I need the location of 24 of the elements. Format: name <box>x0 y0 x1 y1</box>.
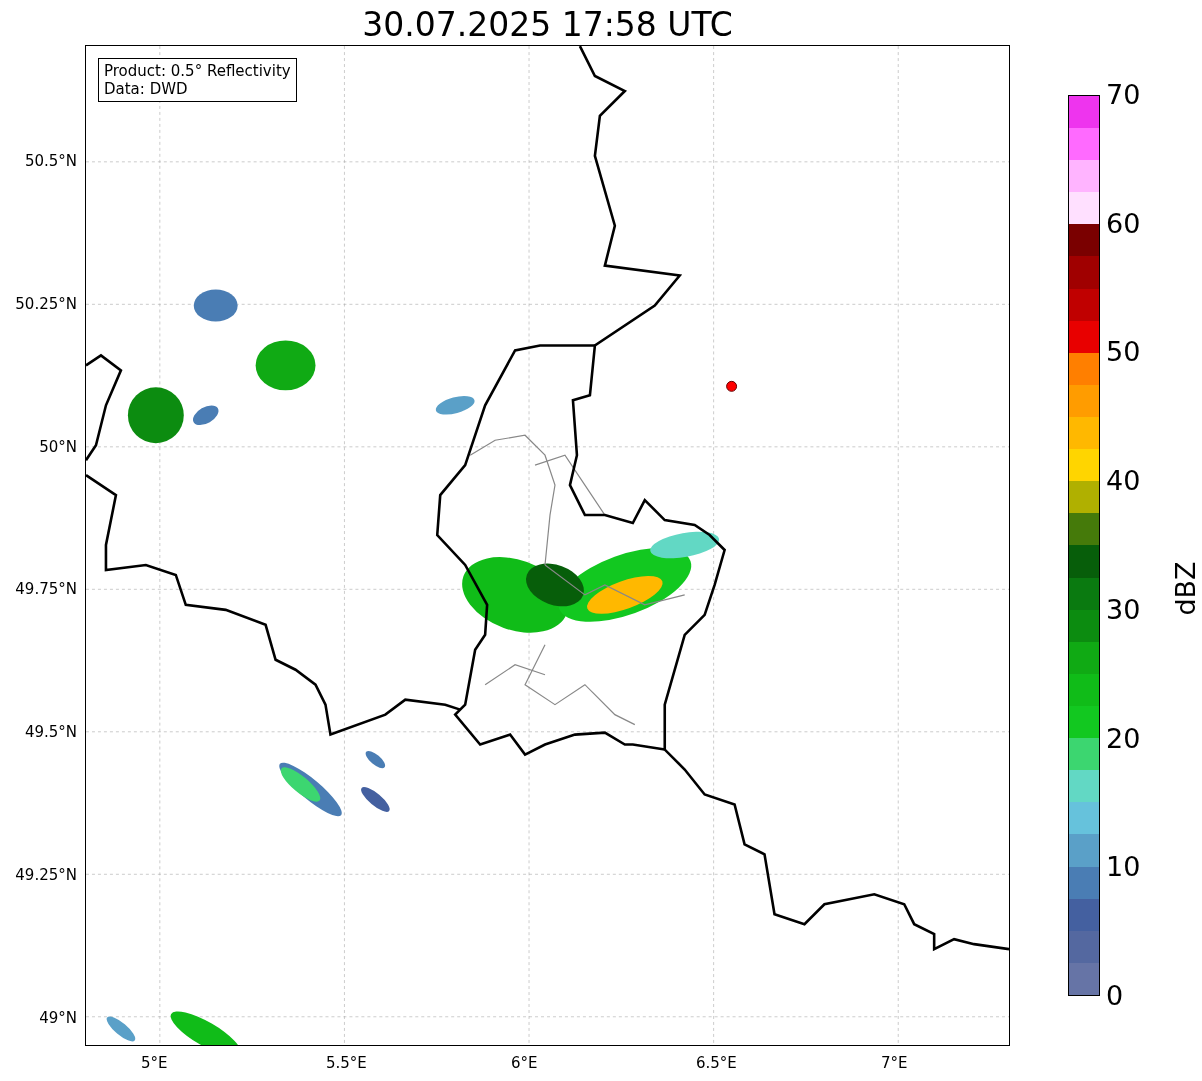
latitude-label: 50.5°N <box>24 152 77 170</box>
colorbar-label: dBZ <box>1169 561 1201 616</box>
colorbar-tick-label: 40 <box>1106 467 1141 495</box>
colorbar-tick-label: 60 <box>1106 209 1141 237</box>
latitude-label: 49.25°N <box>15 866 77 884</box>
longitude-label: 6.5°E <box>696 1054 737 1072</box>
colorbar-tick-label: 10 <box>1106 853 1141 881</box>
latitude-label: 49°N <box>39 1008 77 1027</box>
longitude-label: 5.5°E <box>326 1054 367 1072</box>
chart-title: 30.07.2025 17:58 UTC <box>362 5 733 44</box>
colorbar-tick-label: 20 <box>1106 724 1141 752</box>
legend-text: Product: 0.5° Reflectivity <box>104 62 291 80</box>
colorbar-tick-label: 30 <box>1106 595 1141 623</box>
latitude-label: 50.25°N <box>15 294 77 313</box>
longitude-label: 7°E <box>881 1054 908 1072</box>
longitude-label: 6°E <box>511 1054 538 1072</box>
longitude-label: 5°E <box>141 1054 168 1072</box>
legend-text: Data: DWD <box>104 80 189 98</box>
colorbar-tick-label: 0 <box>1106 982 1124 1009</box>
colorbar-tick-label: 70 <box>1106 81 1141 108</box>
colorbar-tick-label: 50 <box>1106 338 1141 366</box>
latitude-label: 49.5°N <box>24 723 77 742</box>
latitude-label: 49.75°N <box>15 580 77 599</box>
latitude-label: 50°N <box>39 437 77 456</box>
